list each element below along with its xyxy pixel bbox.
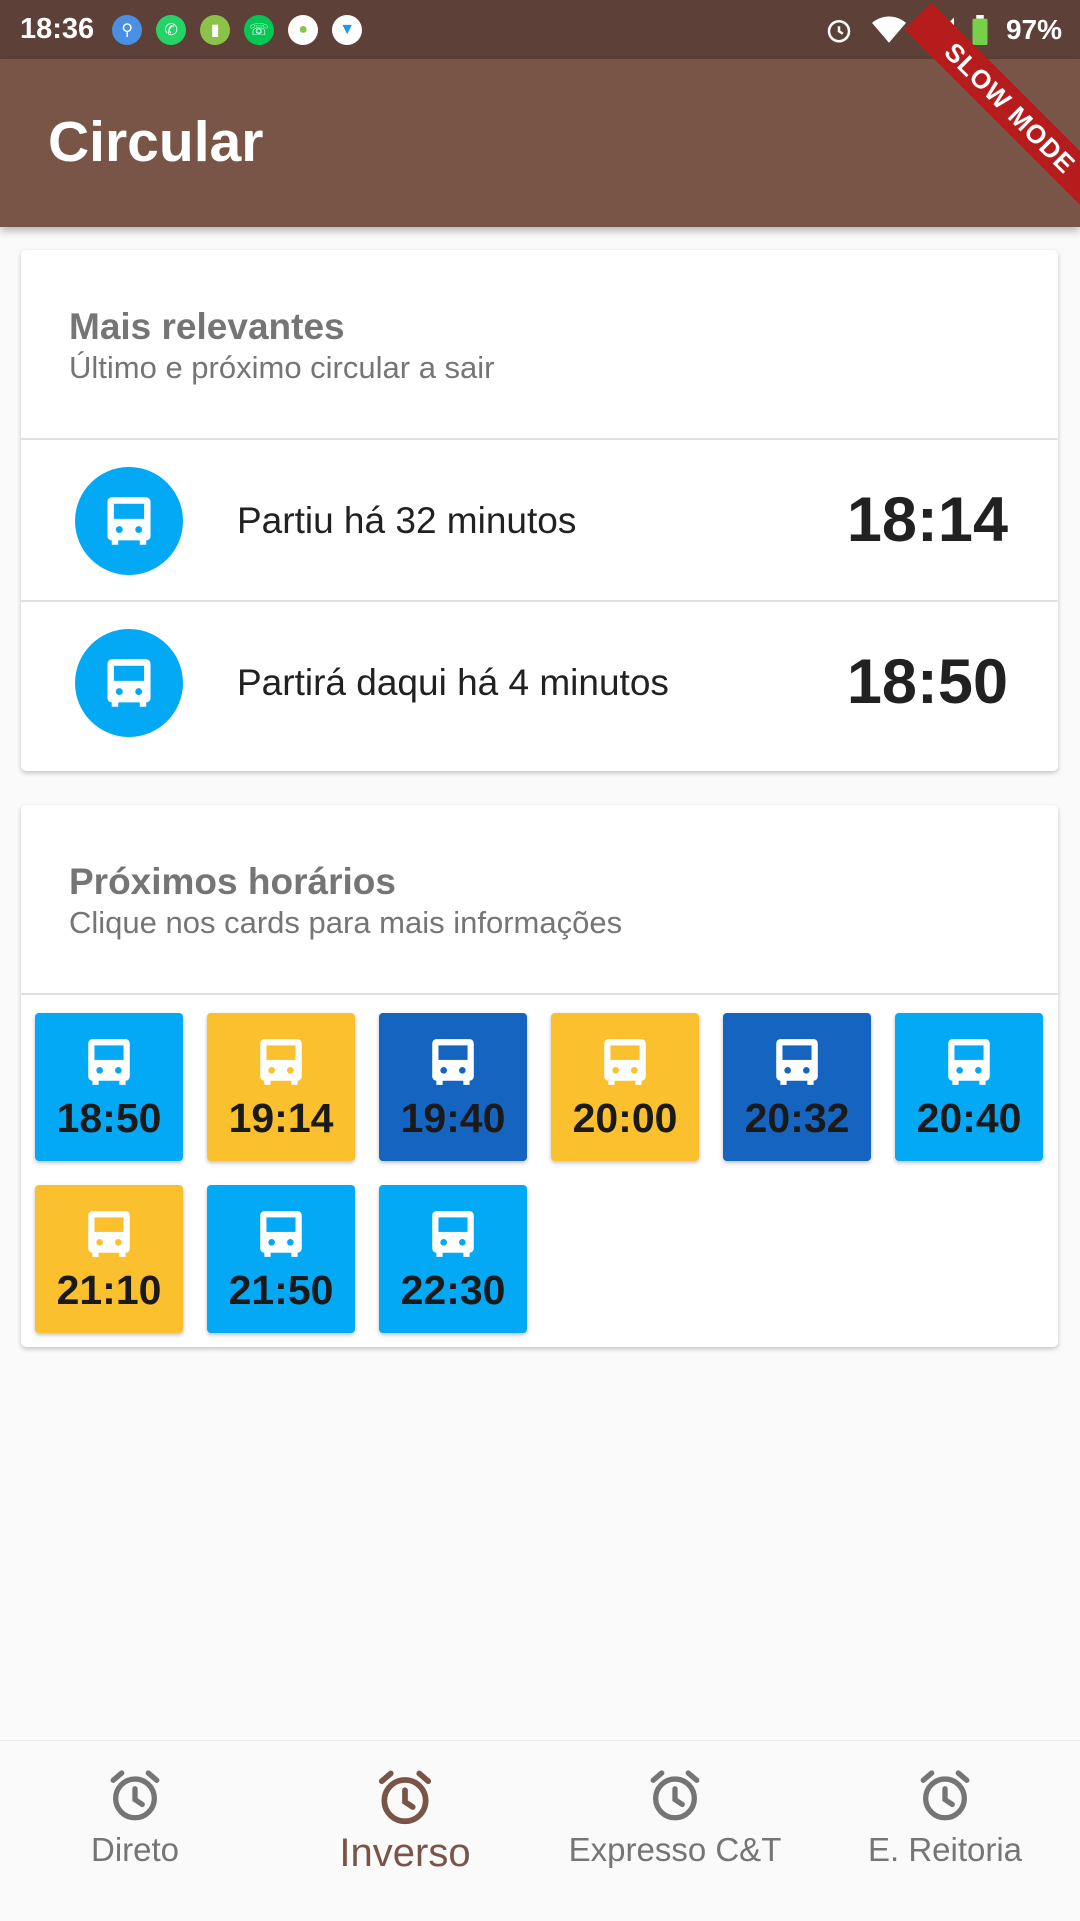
whatsapp-icon: ✆ [156,14,187,45]
schedule-tile[interactable]: 20:32 [723,1013,871,1161]
bus-icon [260,1039,302,1085]
bottom-navigation: Direto Inverso Expresso C&T E. Reitoria [0,1740,1080,1921]
wifi-icon [871,16,906,43]
battery-icon [972,14,988,45]
alarm-clock-icon [650,1770,700,1821]
schedule-tile-time: 21:50 [228,1267,334,1313]
nav-item-inverso[interactable]: Inverso [270,1741,540,1921]
alarm-clock-icon [110,1770,160,1821]
nav-label: E. Reitoria [867,1831,1023,1868]
schedule-tile[interactable]: 19:14 [207,1013,355,1161]
schedule-card: Próximos horários Clique nos cards para … [21,805,1058,1347]
bus-icon [432,1211,474,1257]
notification-icons: ⚲ ✆ ▮ ☏ ● ▼ [112,14,363,45]
bus-icon [432,1039,474,1085]
relevant-item-next[interactable]: Partirá daqui há 4 minutos 18:50 [21,602,1058,762]
battery-charging-app-icon: ▮ [200,14,231,45]
bus-icon [260,1211,302,1257]
schedule-tile[interactable]: 19:40 [379,1013,527,1161]
alarm-icon [827,19,851,42]
schedule-tile-time: 22:30 [400,1267,506,1313]
phone-app-icon: ☏ [244,14,275,45]
alarm-clock-icon [378,1770,432,1825]
bus-icon [88,1211,130,1257]
schedule-tile[interactable]: 21:50 [207,1185,355,1333]
bus-icon [75,629,183,737]
schedule-tile-time: 18:50 [56,1095,162,1141]
schedule-tile-time: 20:32 [744,1095,850,1141]
nav-item-direto[interactable]: Direto [0,1741,270,1921]
schedule-card-subtitle: Clique nos cards para mais informações [69,905,623,940]
relevant-item-time: 18:14 [846,485,1008,555]
microphone-icon: ▼ [332,14,363,45]
relevant-card-header: Mais relevantes Último e próximo circula… [21,250,1058,438]
relevant-card-subtitle: Último e próximo circular a sair [69,350,495,385]
relevant-item-last[interactable]: Partiu há 32 minutos 18:14 [21,440,1058,600]
schedule-tile-time: 20:00 [572,1095,678,1141]
relevant-item-time: 18:50 [846,647,1008,717]
status-time: 18:36 [20,13,95,45]
schedule-tile-time: 21:10 [56,1267,162,1313]
relevant-card: Mais relevantes Último e próximo circula… [21,250,1058,771]
schedule-tile-time: 20:40 [916,1095,1022,1141]
schedule-tile[interactable]: 22:30 [379,1185,527,1333]
bus-icon [776,1039,818,1085]
schedule-tile-time: 19:40 [400,1095,506,1141]
nav-label: Direto [90,1831,180,1868]
schedule-tile[interactable]: 18:50 [35,1013,183,1161]
android-icon: ● [288,14,319,45]
nav-label: Expresso C&T [568,1831,782,1868]
nav-item-expresso-c-t[interactable]: Expresso C&T [540,1741,810,1921]
alarm-clock-icon [920,1770,970,1821]
schedule-card-header: Próximos horários Clique nos cards para … [21,805,1058,993]
bus-icon [604,1039,646,1085]
bus-icon [75,467,183,575]
app-bar: Circular SLOW MODE [0,2,1080,227]
schedule-tile-time: 19:14 [228,1095,334,1141]
page-title: Circular [48,110,264,174]
relevant-item-text: Partirá daqui há 4 minutos [237,662,669,703]
bus-icon [88,1039,130,1085]
schedule-tile[interactable]: 21:10 [35,1185,183,1333]
battery-percent: 97% [1005,13,1062,45]
schedule-grid: 18:50 19:14 19:40 20:00 20:32 20:40 21:10 21:50… [21,995,1058,1345]
nav-label: Inverso [339,1831,471,1875]
schedule-tile[interactable]: 20:00 [551,1013,699,1161]
schedule-card-title: Próximos horários [69,861,396,902]
schedule-tile[interactable]: 20:40 [895,1013,1043,1161]
relevant-card-title: Mais relevantes [69,306,345,347]
nav-item-e-reitoria[interactable]: E. Reitoria [810,1741,1080,1921]
bus-icon [948,1039,990,1085]
usb-icon: ⚲ [112,14,143,45]
relevant-item-text: Partiu há 32 minutos [237,500,577,541]
